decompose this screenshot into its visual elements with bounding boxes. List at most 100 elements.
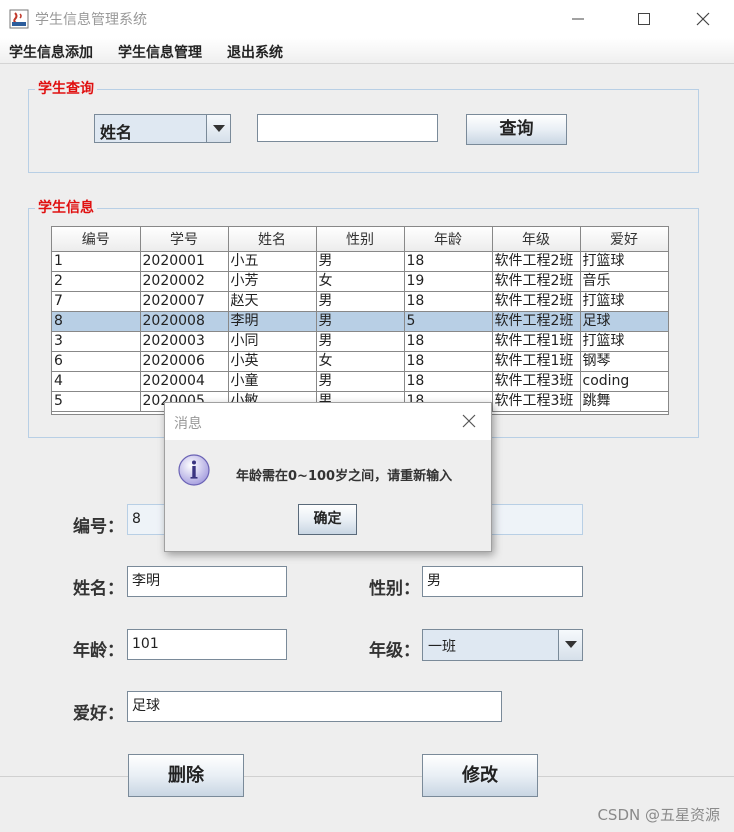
hobby-field[interactable]: 足球 xyxy=(127,691,502,722)
column-header[interactable]: 性别 xyxy=(316,227,405,252)
table-cell: 18 xyxy=(404,291,493,312)
search-field-value: 姓名 xyxy=(100,123,133,142)
table-cell: 打篮球 xyxy=(580,291,668,312)
table-cell: 18 xyxy=(404,351,493,372)
search-field-select[interactable]: 姓名 xyxy=(94,114,231,143)
age-label: 年龄： xyxy=(73,641,124,661)
table-cell: 18 xyxy=(404,371,493,392)
table-row[interactable]: 3 2020003 小同男 18 软件工程1班 打篮球 xyxy=(52,331,668,352)
name-field[interactable]: 李明 xyxy=(127,566,287,597)
dialog-titlebar: 消息 xyxy=(165,403,491,440)
gender-label: 性别： xyxy=(369,579,420,599)
table-cell: 跳舞 xyxy=(580,391,668,412)
table-cell: 钢琴 xyxy=(580,351,668,372)
table-cell: 2020001 xyxy=(140,251,229,272)
table-cell: 软件工程2班 xyxy=(492,291,581,312)
table-cell: 18 xyxy=(404,251,493,272)
gender-field[interactable]: 男 xyxy=(422,566,583,597)
column-header[interactable]: 编号 xyxy=(52,227,141,252)
table-cell: 音乐 xyxy=(580,271,668,292)
table-cell: 软件工程2班 xyxy=(492,271,581,292)
table-cell: 小五 xyxy=(228,251,317,272)
hobby-label: 爱好： xyxy=(73,704,124,724)
age-field[interactable]: 101 xyxy=(127,629,287,660)
table-cell: 李明 xyxy=(228,311,317,332)
column-header[interactable]: 年级 xyxy=(492,227,581,252)
column-header[interactable]: 爱好 xyxy=(580,227,668,252)
chevron-down-icon[interactable] xyxy=(558,630,582,660)
table-cell: 8 xyxy=(52,311,141,332)
modify-button[interactable]: 修改 xyxy=(422,754,538,797)
table-cell: 软件工程1班 xyxy=(492,351,581,372)
ok-button[interactable]: 确定 xyxy=(298,504,357,535)
menu-manage-student[interactable]: 学生信息管理 xyxy=(118,42,202,62)
column-header[interactable]: 学号 xyxy=(140,227,229,252)
name-label: 姓名： xyxy=(73,579,124,599)
column-header[interactable]: 年龄 xyxy=(404,227,493,252)
table-header: 编号 学号 姓名 性别 年龄 年级 爱好 xyxy=(52,227,668,252)
table-cell: 赵天 xyxy=(228,291,317,312)
student-table[interactable]: 编号 学号 姓名 性别 年龄 年级 爱好 1 2020001 小五男 18 软件工程2班 打篮球 2 20… xyxy=(51,226,669,415)
table-cell: 男 xyxy=(316,291,405,312)
table-cell: 19 xyxy=(404,271,493,292)
grade-value: 一班 xyxy=(428,639,456,655)
table-cell: 足球 xyxy=(580,311,668,332)
minimize-icon xyxy=(572,18,584,20)
table-cell: 软件工程1班 xyxy=(492,331,581,352)
dialog-message: 年龄需在0~100岁之间，请重新输入 xyxy=(236,469,453,484)
menu-exit[interactable]: 退出系统 xyxy=(227,42,283,62)
table-cell: 软件工程2班 xyxy=(492,311,581,332)
table-cell: 小英 xyxy=(228,351,317,372)
table-cell: 男 xyxy=(316,331,405,352)
table-row[interactable]: 6 2020006 小英女 18 软件工程1班 钢琴 xyxy=(52,351,668,372)
query-button[interactable]: 查询 xyxy=(466,114,567,145)
table-row[interactable]: 8 2020008 李明男 5 软件工程2班 足球 xyxy=(52,311,668,332)
table-cell: 软件工程2班 xyxy=(492,251,581,272)
table-cell: 女 xyxy=(316,271,405,292)
menu-bar: 学生信息添加 学生信息管理 退出系统 xyxy=(0,38,734,64)
divider xyxy=(0,776,734,777)
table-cell: 女 xyxy=(316,351,405,372)
table-cell: 2020007 xyxy=(140,291,229,312)
table-cell: 打篮球 xyxy=(580,331,668,352)
maximize-icon xyxy=(638,13,650,25)
maximize-button[interactable] xyxy=(620,4,666,34)
search-input[interactable] xyxy=(257,114,438,142)
window-titlebar: 学生信息管理系统 xyxy=(0,0,734,38)
message-dialog: 消息 年龄需在0~100岁之间，请重新输入 确定 xyxy=(164,402,492,552)
table-cell: 小芳 xyxy=(228,271,317,292)
table-body: 1 2020001 小五男 18 软件工程2班 打篮球 2 2020002 小芳女 19 软件工程2… xyxy=(52,251,668,412)
table-cell: 小童 xyxy=(228,371,317,392)
info-icon xyxy=(178,454,210,486)
table-cell: 软件工程3班 xyxy=(492,371,581,392)
menu-add-student[interactable]: 学生信息添加 xyxy=(9,42,93,62)
table-row[interactable]: 4 2020004 小童男 18 软件工程3班 coding xyxy=(52,371,668,392)
window-title: 学生信息管理系统 xyxy=(35,12,147,28)
id-label: 编号： xyxy=(73,517,124,537)
table-row[interactable]: 2 2020002 小芳女 19 软件工程2班 音乐 xyxy=(52,271,668,292)
close-icon[interactable] xyxy=(461,413,477,429)
close-button[interactable] xyxy=(680,4,726,34)
table-cell: 软件工程3班 xyxy=(492,391,581,412)
table-cell: 6 xyxy=(52,351,141,372)
grade-label: 年级： xyxy=(369,641,420,661)
minimize-button[interactable] xyxy=(555,4,601,34)
close-icon xyxy=(696,12,710,26)
table-cell: 3 xyxy=(52,331,141,352)
table-cell: 5 xyxy=(404,311,493,332)
delete-button[interactable]: 删除 xyxy=(128,754,244,797)
table-cell: 小同 xyxy=(228,331,317,352)
table-cell: 男 xyxy=(316,251,405,272)
table-row[interactable]: 7 2020007 赵天男 18 软件工程2班 打篮球 xyxy=(52,291,668,312)
table-cell: 4 xyxy=(52,371,141,392)
table-row[interactable]: 1 2020001 小五男 18 软件工程2班 打篮球 xyxy=(52,251,668,272)
query-group-title: 学生查询 xyxy=(35,81,97,97)
table-cell: 1 xyxy=(52,251,141,272)
info-group-title: 学生信息 xyxy=(35,200,97,216)
grade-select[interactable]: 一班 xyxy=(422,629,583,661)
table-cell: 2020003 xyxy=(140,331,229,352)
table-cell: 18 xyxy=(404,331,493,352)
column-header[interactable]: 姓名 xyxy=(228,227,317,252)
chevron-down-icon[interactable] xyxy=(206,115,230,142)
table-cell: 男 xyxy=(316,311,405,332)
